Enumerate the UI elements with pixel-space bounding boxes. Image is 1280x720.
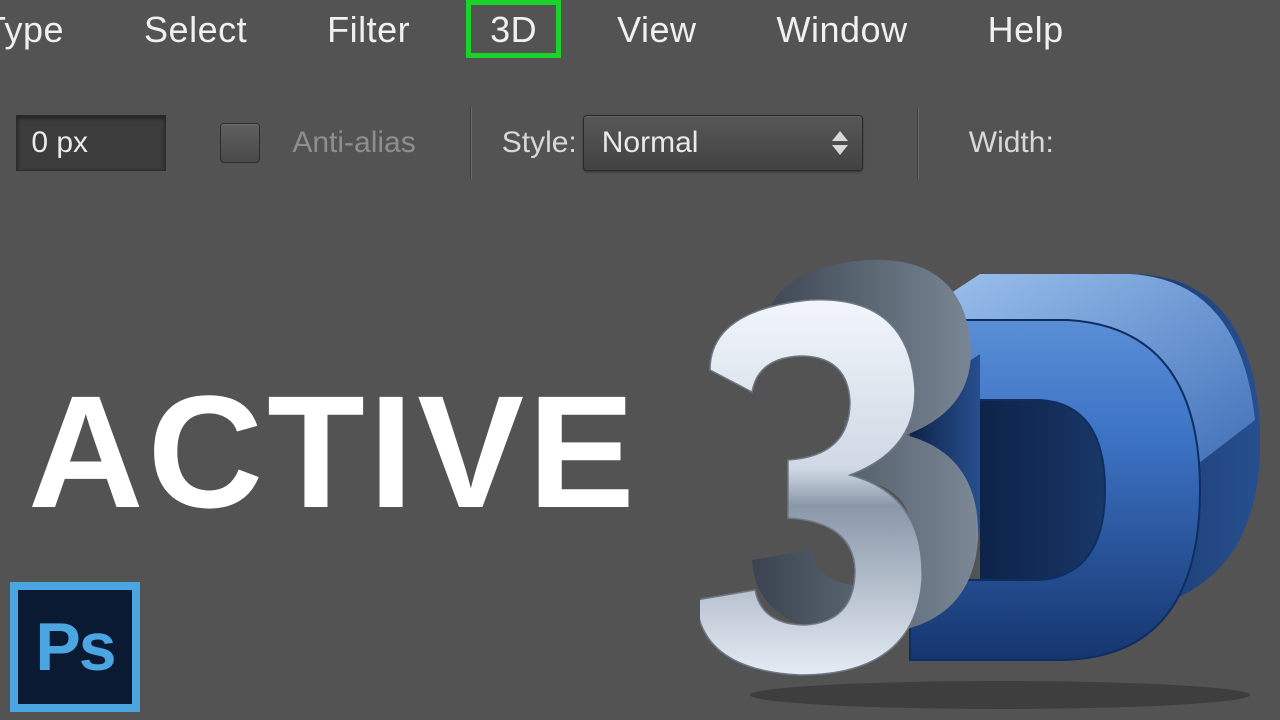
menu-item-help[interactable]: Help	[948, 3, 1104, 57]
feather-input[interactable]: 0 px	[16, 115, 166, 171]
menu-item-filter[interactable]: Filter	[287, 3, 450, 57]
overlay-title-active: ACTIVE	[28, 360, 639, 544]
menu-item-type[interactable]: Type	[0, 3, 104, 57]
photoshop-badge-icon: Ps	[10, 582, 140, 712]
style-dropdown[interactable]: Normal	[583, 115, 863, 171]
style-dropdown-value: Normal	[602, 126, 699, 160]
photoshop-badge-label: Ps	[35, 608, 114, 686]
three-d-logo-icon	[700, 240, 1260, 710]
menu-item-3d[interactable]: 3D	[450, 3, 577, 57]
anti-alias-checkbox[interactable]	[220, 123, 260, 163]
menu-bar: Type Select Filter 3D View Window Help	[0, 0, 1280, 60]
separator	[917, 107, 919, 179]
menu-item-view[interactable]: View	[577, 3, 736, 57]
style-label: Style:	[502, 126, 577, 160]
options-bar: : 0 px Anti-alias Style: Normal Width:	[0, 88, 1280, 198]
menu-item-window[interactable]: Window	[737, 3, 948, 57]
anti-alias-label: Anti-alias	[292, 126, 415, 160]
menu-item-select[interactable]: Select	[104, 3, 287, 57]
width-label: Width:	[969, 126, 1054, 160]
updown-icon	[832, 131, 848, 155]
separator	[470, 107, 472, 179]
feather-suffix: :	[0, 126, 2, 160]
